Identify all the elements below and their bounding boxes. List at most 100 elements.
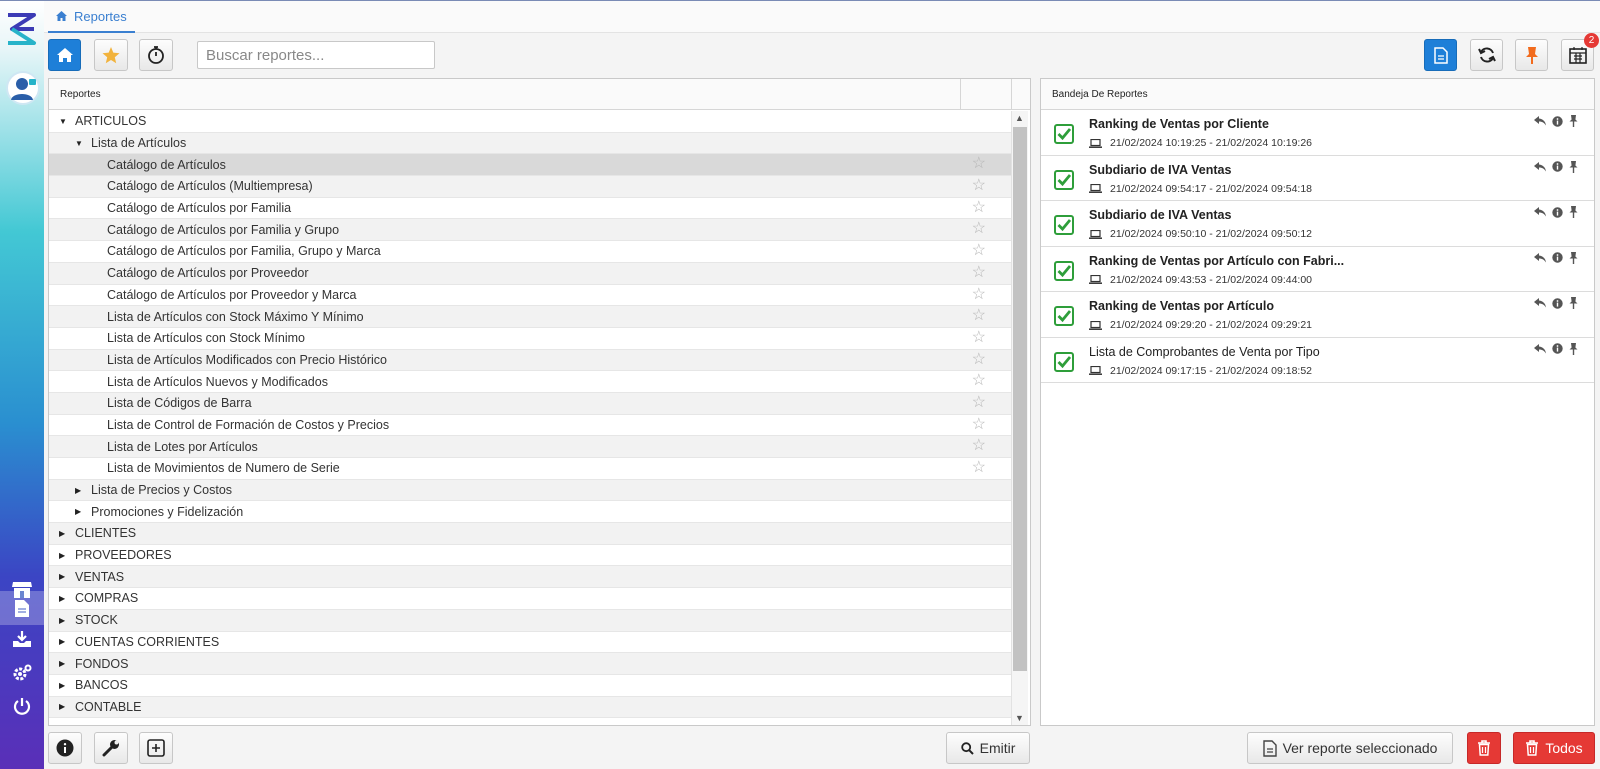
history-button[interactable]	[139, 39, 173, 71]
report-tree-scrollbar[interactable]: ▲ ▼	[1011, 111, 1028, 725]
tray-item[interactable]: Subdiario de IVA Ventas 21/02/2024 09:54:…	[1041, 156, 1594, 201]
pin-icon[interactable]	[1569, 160, 1578, 173]
tree-group[interactable]: ▶ CONTABLE	[49, 696, 1012, 719]
sidebar-item-reports[interactable]	[0, 591, 44, 625]
caret-right-icon[interactable]: ▶	[59, 594, 69, 603]
info-icon[interactable]	[1552, 206, 1563, 218]
tray-item[interactable]: Ranking de Ventas por Artículo 21/02/2024…	[1041, 292, 1594, 338]
info-icon[interactable]	[1552, 161, 1563, 172]
report-item[interactable]: Catálogo de Artículos ☆	[49, 154, 1012, 177]
pin-icon[interactable]	[1569, 297, 1578, 309]
report-item[interactable]: Catálogo de Artículos (Multiempresa) ☆	[49, 176, 1012, 198]
tree-group[interactable]: ▶ PROVEEDORES	[49, 545, 1012, 567]
reply-icon[interactable]	[1534, 298, 1546, 308]
caret-down-icon[interactable]: ▼	[75, 139, 85, 148]
scroll-up-icon[interactable]: ▲	[1015, 113, 1024, 123]
favorite-star-icon[interactable]: ☆	[972, 178, 986, 194]
report-item[interactable]: Lista de Lotes por Artículos ☆	[49, 436, 1012, 458]
favorite-star-icon[interactable]: ☆	[972, 308, 986, 324]
tree-group[interactable]: ▼ Lista de Artículos	[49, 132, 1012, 155]
caret-right-icon[interactable]: ▶	[59, 702, 69, 711]
new-report-button[interactable]	[1424, 39, 1457, 71]
favorite-star-icon[interactable]: ☆	[972, 156, 986, 172]
pin-icon[interactable]	[1569, 342, 1578, 355]
sidebar-item-download[interactable]	[0, 623, 44, 655]
info-icon[interactable]	[1552, 297, 1563, 309]
reply-icon[interactable]	[1534, 116, 1546, 126]
refresh-button[interactable]	[1470, 39, 1503, 71]
sidebar-item-logout[interactable]	[0, 690, 44, 722]
delete-all-button[interactable]: Todos	[1513, 732, 1595, 764]
favorite-star-icon[interactable]: ☆	[972, 243, 986, 259]
caret-right-icon[interactable]: ▶	[59, 681, 69, 690]
caret-right-icon[interactable]: ▶	[59, 659, 69, 668]
info-button[interactable]	[48, 732, 82, 764]
scroll-down-icon[interactable]: ▼	[1015, 713, 1024, 723]
tree-group[interactable]: ▶ CLIENTES	[49, 523, 1012, 545]
scrollbar-thumb[interactable]	[1013, 127, 1027, 671]
emit-button[interactable]: Emitir	[946, 732, 1030, 764]
pin-button[interactable]	[1515, 39, 1548, 71]
tree-group[interactable]: ▼ ARTICULOS	[49, 111, 1012, 133]
caret-right-icon[interactable]: ▶	[59, 529, 69, 538]
caret-right-icon[interactable]: ▶	[59, 616, 69, 625]
user-avatar[interactable]	[6, 71, 40, 105]
view-selected-report-button[interactable]: Ver reporte seleccionado	[1247, 732, 1453, 764]
tree-group[interactable]: ▶ VENTAS	[49, 566, 1012, 589]
favorite-star-icon[interactable]: ☆	[972, 329, 986, 346]
tree-group[interactable]: ▶ COMPRAS	[49, 588, 1012, 610]
reply-icon[interactable]	[1534, 343, 1546, 354]
reply-icon[interactable]	[1534, 207, 1546, 217]
tree-group[interactable]: ▶ CUENTAS CORRIENTES	[49, 632, 1012, 654]
report-item[interactable]: Catálogo de Artículos por Familia y Grup…	[49, 219, 1012, 242]
report-item[interactable]: Catálogo de Artículos por Proveedor y Ma…	[49, 285, 1012, 307]
tray-item[interactable]: Ranking de Ventas por Cliente 21/02/2024 …	[1041, 110, 1594, 156]
search-input[interactable]	[197, 41, 435, 69]
pin-icon[interactable]	[1569, 115, 1578, 127]
delete-selected-button[interactable]	[1467, 732, 1501, 764]
report-item[interactable]: Lista de Artículos Nuevos y Modificados ☆	[49, 371, 1012, 393]
favorite-star-icon[interactable]: ☆	[972, 460, 986, 476]
favorite-star-icon[interactable]: ☆	[972, 264, 986, 281]
tree-group[interactable]: ▶ Promociones y Fidelización	[49, 501, 1012, 524]
favorite-star-icon[interactable]: ☆	[972, 221, 986, 237]
tree-group[interactable]: ▶ Lista de Precios y Costos	[49, 479, 1012, 502]
favorite-star-icon[interactable]: ☆	[972, 286, 986, 303]
pin-icon[interactable]	[1569, 251, 1578, 264]
caret-right-icon[interactable]: ▶	[75, 507, 85, 516]
caret-right-icon[interactable]: ▶	[75, 486, 85, 495]
tab-reportes[interactable]: Reportes	[48, 1, 135, 33]
caret-right-icon[interactable]: ▶	[59, 551, 69, 560]
favorite-star-icon[interactable]: ☆	[972, 438, 986, 454]
report-item[interactable]: Catálogo de Artículos por Familia ☆	[49, 198, 1012, 220]
report-item[interactable]: Lista de Control de Formación de Costos …	[49, 415, 1012, 437]
favorite-star-icon[interactable]: ☆	[972, 199, 986, 216]
report-item[interactable]: Catálogo de Artículos por Proveedor ☆	[49, 262, 1012, 285]
favorite-star-icon[interactable]: ☆	[972, 394, 986, 411]
caret-right-icon[interactable]: ▶	[59, 572, 69, 581]
report-item[interactable]: Lista de Artículos con Stock Mínimo ☆	[49, 328, 1012, 350]
report-item[interactable]: Lista de Movimientos de Numero de Serie ☆	[49, 458, 1012, 480]
favorites-button[interactable]	[94, 39, 128, 71]
pin-icon[interactable]	[1569, 206, 1578, 218]
favorite-star-icon[interactable]: ☆	[972, 351, 986, 368]
info-icon[interactable]	[1552, 343, 1563, 354]
tree-group[interactable]: ▶ BANCOS	[49, 675, 1012, 697]
info-icon[interactable]	[1552, 115, 1563, 127]
caret-down-icon[interactable]: ▼	[59, 117, 69, 126]
tree-group[interactable]: ▶ STOCK	[49, 609, 1012, 632]
report-item[interactable]: Lista de Artículos Modificados con Preci…	[49, 349, 1012, 372]
favorite-star-icon[interactable]: ☆	[972, 373, 986, 389]
tree-group[interactable]: ▶ FONDOS	[49, 653, 1012, 675]
favorite-star-icon[interactable]: ☆	[972, 416, 986, 433]
caret-right-icon[interactable]: ▶	[59, 637, 69, 646]
add-button[interactable]	[139, 732, 173, 764]
tray-item[interactable]: Lista de Comprobantes de Venta por Tipo 2…	[1041, 338, 1594, 383]
info-icon[interactable]	[1552, 252, 1563, 263]
sidebar-item-settings[interactable]	[0, 657, 44, 689]
home-button[interactable]	[48, 39, 81, 71]
reply-icon[interactable]	[1534, 161, 1546, 172]
report-item[interactable]: Catálogo de Artículos por Familia, Grupo…	[49, 241, 1012, 263]
tray-item[interactable]: Ranking de Ventas por Artículo con Fabri…	[1041, 247, 1594, 292]
report-item[interactable]: Lista de Códigos de Barra ☆	[49, 392, 1012, 415]
